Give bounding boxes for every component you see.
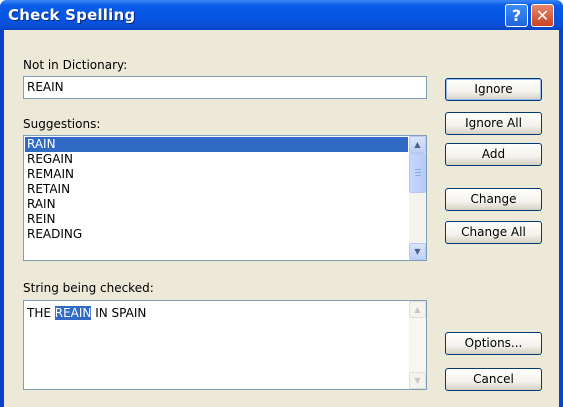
string-scrollbar: ▲ ▼	[409, 301, 426, 389]
close-icon: ✕	[535, 6, 550, 25]
suggestion-item[interactable]: RAIN	[25, 137, 408, 152]
string-checked-text: THE REAIN IN SPAIN	[27, 306, 146, 320]
suggestion-item[interactable]: REMAIN	[25, 167, 408, 182]
suggestions-items: RAIN REGAIN REMAIN RETAIN RAIN REIN READ…	[25, 137, 408, 242]
suggestion-item[interactable]: RAIN	[25, 197, 408, 212]
add-button[interactable]: Add	[445, 143, 542, 166]
not-in-dictionary-label: Not in Dictionary:	[23, 58, 128, 72]
scroll-up-icon: ▲	[414, 305, 421, 314]
string-checked-field[interactable]: THE REAIN IN SPAIN ▲ ▼	[23, 300, 427, 390]
thumb-grip	[415, 172, 421, 173]
scroll-down-icon: ▼	[414, 376, 421, 385]
string-checked-label: String being checked:	[23, 281, 154, 295]
help-icon: ?	[511, 6, 522, 25]
scroll-up-button[interactable]: ▲	[409, 136, 426, 153]
string-highlight: REAIN	[54, 306, 92, 320]
ignore-button[interactable]: Ignore	[445, 78, 542, 101]
check-spelling-dialog: Check Spelling ? ✕ Not in Dictionary: RE…	[0, 0, 563, 407]
window-title: Check Spelling	[8, 6, 136, 24]
suggestion-item[interactable]: RETAIN	[25, 182, 408, 197]
title-bar[interactable]: Check Spelling ? ✕	[0, 0, 563, 30]
cancel-button[interactable]: Cancel	[445, 368, 542, 391]
thumb-grip	[415, 169, 421, 170]
close-button[interactable]: ✕	[531, 4, 554, 27]
suggestions-list[interactable]: RAIN REGAIN REMAIN RETAIN RAIN REIN READ…	[23, 135, 427, 261]
suggestions-scrollbar[interactable]: ▲ ▼	[409, 136, 426, 260]
string-scroll-up-button: ▲	[409, 301, 426, 318]
scroll-down-button[interactable]: ▼	[409, 243, 426, 260]
string-after: IN SPAIN	[91, 306, 147, 320]
scroll-down-icon: ▼	[414, 247, 421, 256]
string-scroll-down-button: ▼	[409, 372, 426, 389]
help-button[interactable]: ?	[505, 4, 528, 27]
options-button[interactable]: Options...	[445, 332, 542, 355]
string-before: THE	[27, 306, 55, 320]
suggestion-item[interactable]: READING	[25, 227, 408, 242]
scroll-up-icon: ▲	[414, 140, 421, 149]
suggestion-item[interactable]: REGAIN	[25, 152, 408, 167]
not-in-dictionary-field[interactable]: REAIN	[23, 76, 427, 99]
ignore-all-button[interactable]: Ignore All	[445, 112, 542, 135]
suggestion-item[interactable]: REIN	[25, 212, 408, 227]
scroll-thumb[interactable]	[409, 153, 426, 193]
thumb-grip	[415, 175, 421, 176]
change-button[interactable]: Change	[445, 188, 542, 211]
change-all-button[interactable]: Change All	[445, 221, 542, 244]
dialog-body: Not in Dictionary: REAIN Suggestions: RA…	[4, 30, 559, 407]
not-in-dictionary-value: REAIN	[27, 80, 64, 94]
suggestions-label: Suggestions:	[23, 117, 101, 131]
